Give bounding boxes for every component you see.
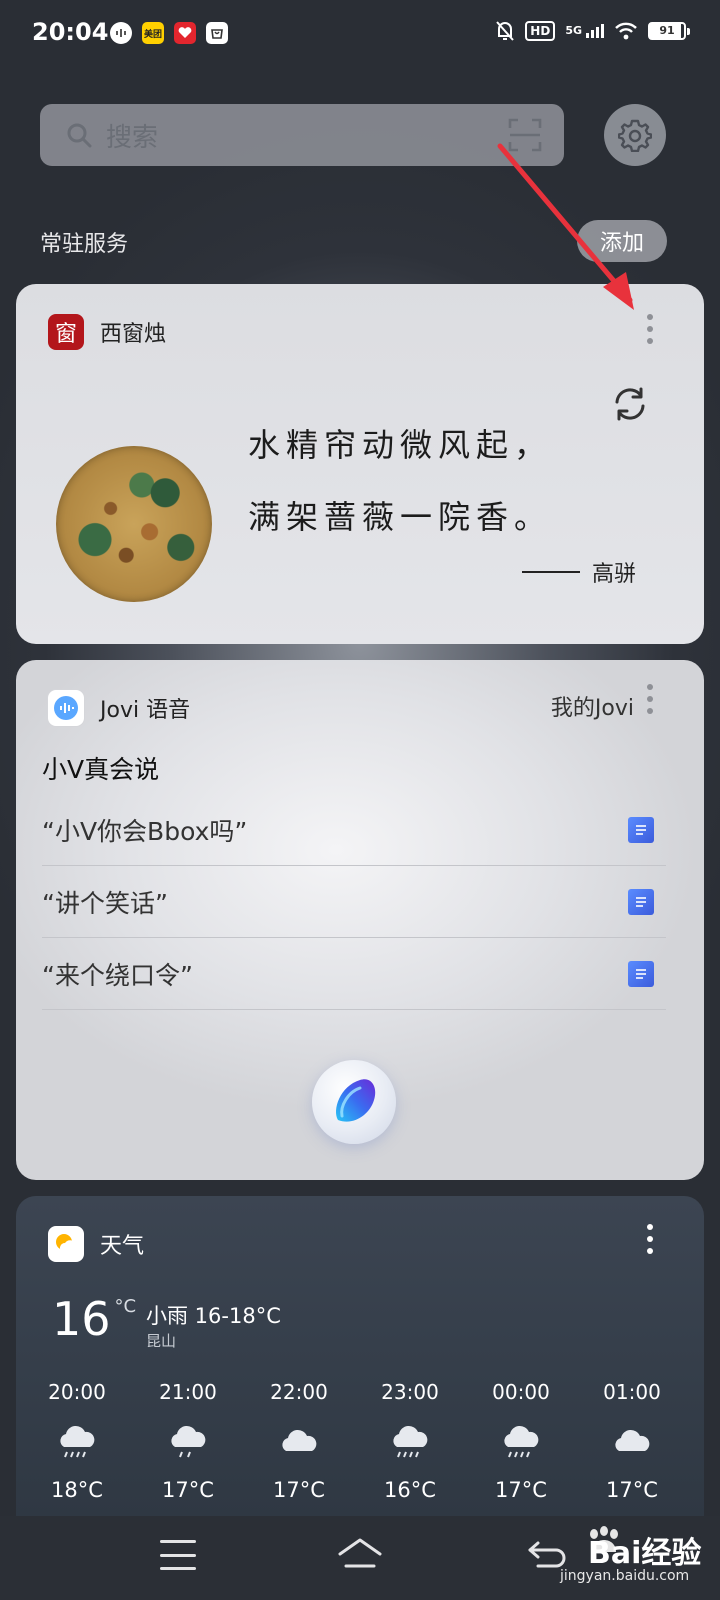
scan-icon[interactable] [508, 118, 542, 152]
cloud-icon [244, 1414, 354, 1472]
mute-bell-icon [496, 21, 515, 41]
bag-app-icon [206, 22, 228, 44]
voice-app-icon [110, 22, 132, 44]
hourly-forecast-item: 21:00 17°C [133, 1380, 243, 1502]
battery-icon: 91 [648, 22, 690, 40]
hour-temp: 18°C [51, 1478, 103, 1502]
weather-card-header: 天气 [48, 1226, 144, 1262]
weather-app-icon [48, 1226, 84, 1262]
hourly-forecast-item: 00:00 17°C [466, 1380, 576, 1502]
cloud-icon [577, 1414, 687, 1472]
add-button[interactable]: 添加 [577, 220, 667, 262]
hour-time: 23:00 [381, 1380, 439, 1404]
rain-cloud-icon [355, 1414, 465, 1472]
hourly-forecast-item: 23:00 16°C [355, 1380, 465, 1502]
light-rain-cloud-icon [133, 1414, 243, 1472]
search-placeholder: 搜索 [106, 122, 159, 153]
hour-time: 20:00 [48, 1380, 106, 1404]
hour-temp: 17°C [495, 1478, 547, 1502]
settings-button[interactable] [604, 104, 666, 166]
status-app-icons: 美团 [110, 22, 228, 44]
poem-widget-card[interactable]: 窗 西窗烛 水精帘动微风起， 满架蔷薇一院香。 高骈 [16, 284, 704, 644]
network-type: 5G [565, 24, 582, 37]
heart-app-icon [174, 22, 196, 44]
hour-temp: 17°C [606, 1478, 658, 1502]
jovi-voice-button[interactable] [312, 1060, 396, 1144]
wifi-icon [615, 22, 637, 40]
hourly-forecast-item: 22:00 17°C [244, 1380, 354, 1502]
jovi-suggestion-text: “来个绕口令” [42, 960, 193, 990]
hour-time: 01:00 [603, 1380, 661, 1404]
current-temperature: 16 °C [52, 1292, 136, 1346]
weather-more-icon[interactable] [646, 1224, 654, 1254]
jovi-suggestion-text: “讲个笑话” [42, 888, 168, 918]
hour-temp: 17°C [273, 1478, 325, 1502]
jovi-more-icon[interactable] [646, 684, 654, 714]
poem-author: 高骈 [522, 556, 636, 588]
document-icon [628, 816, 654, 843]
rain-cloud-icon [466, 1414, 576, 1472]
home-button[interactable] [336, 1536, 384, 1576]
gear-icon [618, 119, 652, 152]
jovi-subtitle: 小V真会说 [42, 755, 160, 784]
weather-widget-card[interactable]: 天气 16 °C 小雨 16-18°C 昆山 20:00 18°C 21:00 1… [16, 1196, 704, 1516]
status-time: 20:04 [32, 18, 109, 46]
watermark-brand: Bai经验 [588, 1536, 702, 1571]
poem-more-icon[interactable] [646, 314, 654, 344]
jovi-app-name: Jovi 语音 [100, 698, 191, 723]
refresh-icon[interactable] [610, 384, 650, 424]
document-icon [628, 960, 654, 987]
my-jovi-link[interactable]: 我的Jovi [551, 690, 634, 722]
hour-time: 21:00 [159, 1380, 217, 1404]
jovi-suggestion-item[interactable]: “来个绕口令” [42, 938, 666, 1010]
jovi-suggestion-item[interactable]: “小V你会Bbox吗” [42, 794, 666, 866]
hd-badge: HD [525, 21, 556, 41]
jovi-suggestion-text: “小V你会Bbox吗” [42, 816, 248, 846]
jovi-widget-card[interactable]: Jovi 语音 我的Jovi 小V真会说 “小V你会Bbox吗” “讲个笑话” … [16, 660, 704, 1180]
status-indicators: HD 5G 91 [495, 20, 690, 42]
weather-location: 昆山 [146, 1332, 177, 1350]
poem-line-2: 满架蔷薇一院香。 [248, 498, 553, 536]
current-temp-value: 16 [52, 1292, 111, 1346]
watermark-url: jingyan.baidu.com [560, 1568, 690, 1584]
jovi-app-icon [48, 690, 84, 726]
jovi-suggestion-item[interactable]: “讲个笑话” [42, 866, 666, 938]
poem-painting-image [56, 446, 212, 602]
poem-author-name: 高骈 [592, 562, 637, 587]
hour-time: 00:00 [492, 1380, 550, 1404]
recent-apps-button[interactable] [160, 1540, 196, 1570]
section-title: 常驻服务 [40, 232, 129, 257]
hourly-forecast-item: 01:00 17°C [577, 1380, 687, 1502]
poem-line-1: 水精帘动微风起， [248, 426, 553, 464]
signal-icon: 5G [565, 24, 604, 38]
document-icon [628, 888, 654, 915]
hour-time: 22:00 [270, 1380, 328, 1404]
weather-app-name: 天气 [100, 1234, 145, 1259]
hour-temp: 17°C [162, 1478, 214, 1502]
hourly-forecast-item: 20:00 18°C [22, 1380, 132, 1502]
search-icon [67, 123, 92, 148]
poem-card-header: 窗 西窗烛 [48, 314, 166, 350]
jovi-card-header: Jovi 语音 [48, 690, 190, 726]
xichuangzhu-app-icon: 窗 [48, 314, 84, 350]
search-input[interactable]: 搜索 [40, 104, 564, 166]
weather-description: 小雨 16-18°C [146, 1304, 281, 1328]
hour-temp: 16°C [384, 1478, 436, 1502]
rain-cloud-icon [22, 1414, 132, 1472]
meituan-app-icon: 美团 [142, 22, 164, 44]
jovi-orb-icon [336, 1079, 376, 1122]
poem-app-name: 西窗烛 [100, 322, 167, 347]
temp-unit: °C [114, 1296, 137, 1317]
